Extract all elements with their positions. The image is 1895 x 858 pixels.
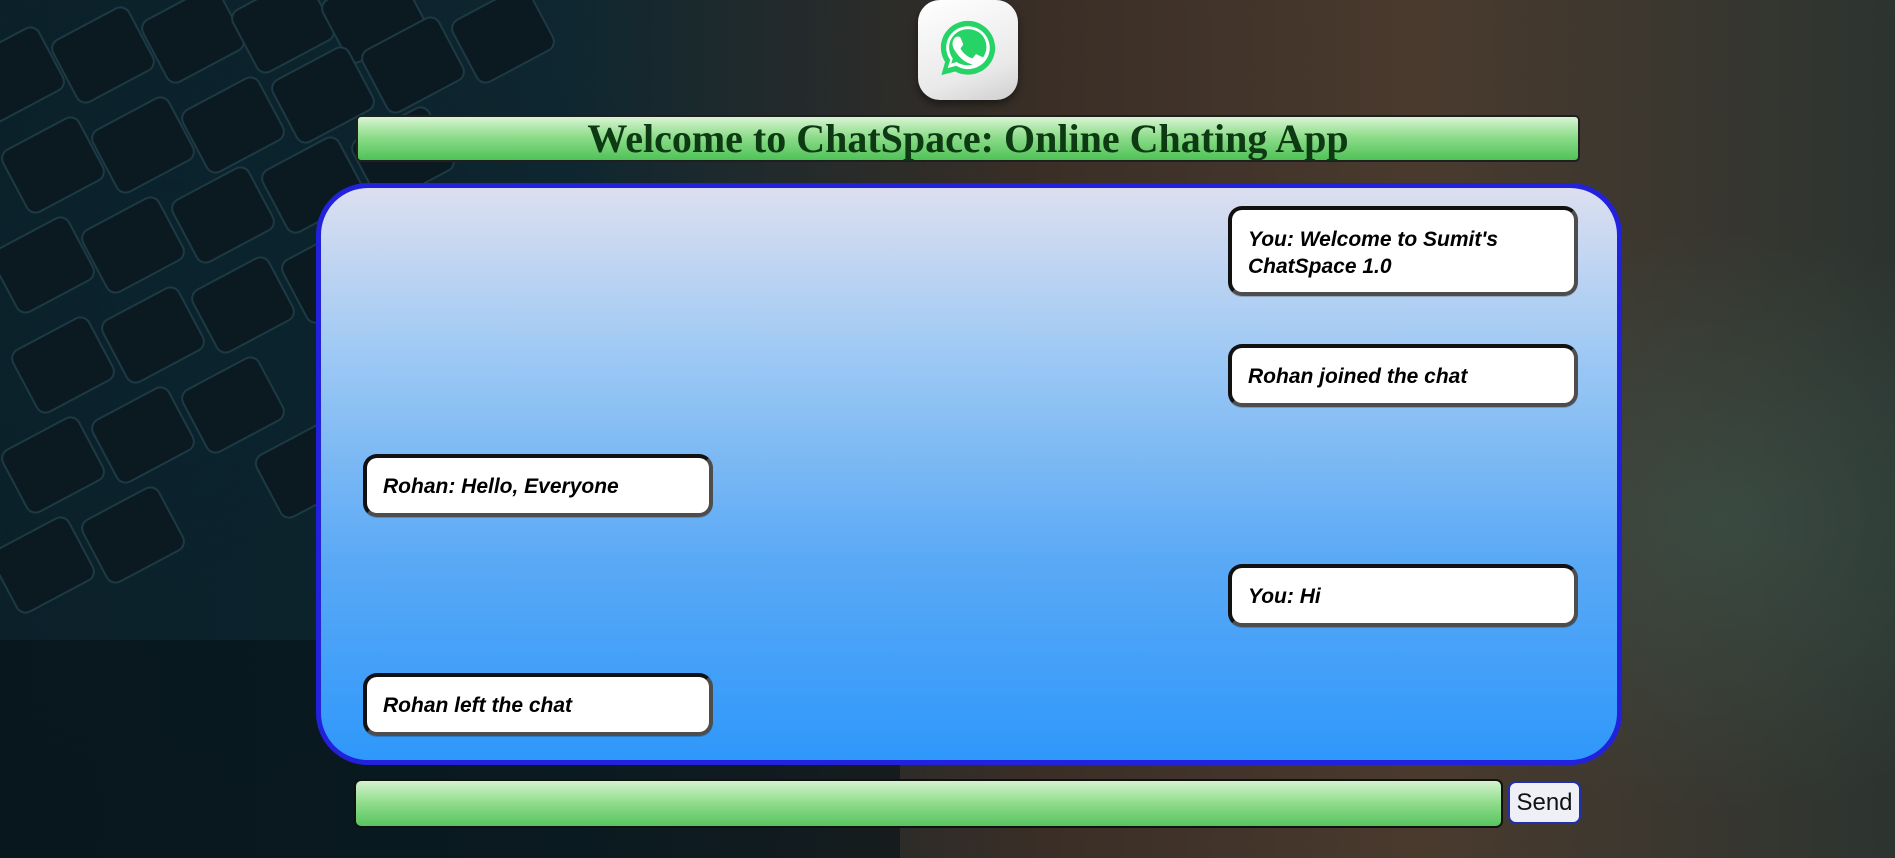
chat-container[interactable]: You: Welcome to Sumit's ChatSpace 1.0 Ro… <box>316 183 1622 765</box>
message-system: Rohan left the chat <box>363 673 713 736</box>
message-input[interactable] <box>354 779 1503 828</box>
page-title: Welcome to ChatSpace: Online Chating App <box>587 115 1349 161</box>
send-button[interactable]: Send <box>1508 781 1581 824</box>
whatsapp-logo <box>918 0 1018 100</box>
message-incoming: Rohan: Hello, Everyone <box>363 454 713 517</box>
message-system: Rohan joined the chat <box>1228 344 1578 407</box>
header-banner: Welcome to ChatSpace: Online Chating App <box>356 115 1580 162</box>
message-outgoing: You: Hi <box>1228 564 1578 627</box>
whatsapp-icon <box>937 17 999 84</box>
message-outgoing: You: Welcome to Sumit's ChatSpace 1.0 <box>1228 206 1578 296</box>
